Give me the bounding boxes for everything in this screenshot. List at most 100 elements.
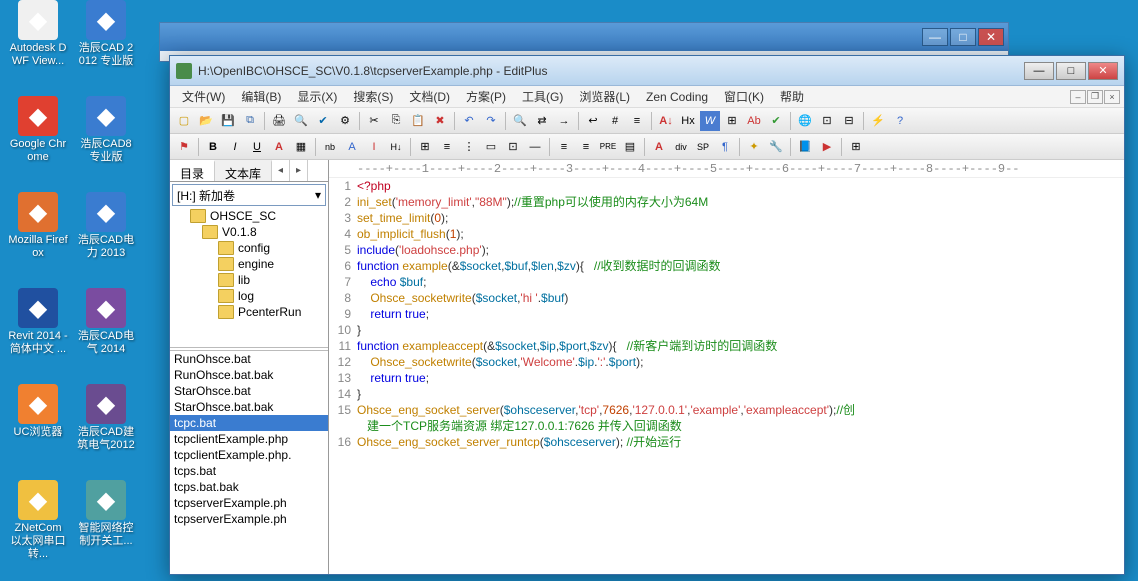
mdi-min[interactable]: –: [1070, 90, 1086, 104]
tree-item[interactable]: config: [170, 240, 328, 256]
menu-item[interactable]: 帮助: [772, 86, 812, 107]
bold-icon[interactable]: B: [203, 137, 223, 157]
titlebar[interactable]: H:\OpenIBC\OHSCE_SC\V0.1.8\tcpserverExam…: [170, 56, 1124, 86]
form-icon[interactable]: ▭: [481, 137, 501, 157]
time-icon[interactable]: ✦: [744, 137, 764, 157]
hr-icon[interactable]: —: [525, 137, 545, 157]
file-item[interactable]: RunOhsce.bat: [170, 351, 328, 367]
menu-item[interactable]: 工具(G): [514, 86, 571, 107]
font-icon[interactable]: A↓: [656, 111, 676, 131]
print-icon[interactable]: 🖨: [269, 111, 289, 131]
desktop-icon[interactable]: ◆浩辰CAD电气 2014: [76, 288, 136, 356]
ul-icon[interactable]: ≡: [437, 137, 457, 157]
hex-icon[interactable]: Hx: [678, 111, 698, 131]
menu-item[interactable]: 编辑(B): [233, 86, 289, 107]
left-icon[interactable]: ≡: [576, 137, 596, 157]
code-line[interactable]: 2ini_set('memory_limit',"88M");//重置php可以…: [329, 194, 1124, 210]
code-line[interactable]: 8 Ohsce_socketwrite($socket,'hi '.$buf): [329, 290, 1124, 306]
new-icon[interactable]: ▢: [174, 111, 194, 131]
frame-icon[interactable]: ⊞: [846, 137, 866, 157]
goto-icon[interactable]: →: [554, 111, 574, 131]
preview-icon[interactable]: 🔍: [291, 111, 311, 131]
code-line[interactable]: 12 Ohsce_socketwrite($socket,'Welcome'.$…: [329, 354, 1124, 370]
file-item[interactable]: tcps.bat.bak: [170, 479, 328, 495]
find-icon[interactable]: 🔍: [510, 111, 530, 131]
tab-directory[interactable]: 目录: [170, 160, 215, 181]
desktop-icon[interactable]: ◆Autodesk DWF View...: [8, 0, 68, 68]
file-item[interactable]: tcpclientExample.php.: [170, 447, 328, 463]
file-item[interactable]: tcpc.bat: [170, 415, 328, 431]
menu-item[interactable]: Zen Coding: [638, 88, 716, 106]
code-line[interactable]: 13 return true;: [329, 370, 1124, 386]
bg-min[interactable]: —: [922, 28, 948, 46]
save-icon[interactable]: 💾: [218, 111, 238, 131]
menu-item[interactable]: 方案(P): [458, 86, 514, 107]
redo-icon[interactable]: ↷: [481, 111, 501, 131]
color-icon[interactable]: A: [269, 137, 289, 157]
cut-icon[interactable]: ✂: [364, 111, 384, 131]
help-icon[interactable]: ?: [890, 111, 910, 131]
italic-icon[interactable]: I: [225, 137, 245, 157]
tree-item[interactable]: OHSCE_SC: [170, 208, 328, 224]
ol-icon[interactable]: ⋮: [459, 137, 479, 157]
code-line[interactable]: 4ob_implicit_flush(1);: [329, 226, 1124, 242]
mdi-close[interactable]: ×: [1104, 90, 1120, 104]
file-item[interactable]: StarOhsce.bat.bak: [170, 399, 328, 415]
side-next[interactable]: ▸: [290, 160, 308, 181]
word-icon[interactable]: W: [700, 111, 720, 131]
file-item[interactable]: tcpclientExample.php: [170, 431, 328, 447]
code-line[interactable]: 3set_time_limit(0);: [329, 210, 1124, 226]
file-item[interactable]: StarOhsce.bat: [170, 383, 328, 399]
desktop-icon[interactable]: ◆浩辰CAD 2012 专业版: [76, 0, 136, 68]
code-line[interactable]: 7 echo $buf;: [329, 274, 1124, 290]
desktop-icon[interactable]: ◆浩辰CAD电力 2013: [76, 192, 136, 260]
side-prev[interactable]: ◂: [272, 160, 290, 181]
para-icon[interactable]: ¶: [715, 137, 735, 157]
tool-icon[interactable]: ⚙: [335, 111, 355, 131]
input-icon[interactable]: ⊡: [503, 137, 523, 157]
saveall-icon[interactable]: ⧉: [240, 111, 260, 131]
pref-icon[interactable]: ⚡: [868, 111, 888, 131]
ab-icon[interactable]: Ab: [744, 111, 764, 131]
underline-icon[interactable]: U: [247, 137, 267, 157]
file-list[interactable]: RunOhsce.batRunOhsce.bat.bakStarOhsce.ba…: [170, 350, 328, 574]
code-line[interactable]: 15Ohsce_eng_socket_server($ohsceserver,'…: [329, 402, 1124, 418]
replace-icon[interactable]: ⇄: [532, 111, 552, 131]
span-icon[interactable]: SP: [693, 137, 713, 157]
desktop-icon[interactable]: ◆Revit 2014 - 简体中文 ...: [8, 288, 68, 356]
maximize-button[interactable]: □: [1056, 62, 1086, 80]
pre-icon[interactable]: PRE: [598, 137, 618, 157]
code-line[interactable]: 16Ohsce_eng_socket_server_runtcp($ohsces…: [329, 434, 1124, 450]
palette-icon[interactable]: ▦: [291, 137, 311, 157]
menu-item[interactable]: 窗口(K): [716, 86, 772, 107]
desktop-icon[interactable]: ◆浩辰CAD建筑电气2012: [76, 384, 136, 452]
desktop-icon[interactable]: ◆智能网络控制开关工...: [76, 480, 136, 548]
tree-item[interactable]: engine: [170, 256, 328, 272]
book-icon[interactable]: 📘: [795, 137, 815, 157]
menu-item[interactable]: 浏览器(L): [571, 86, 638, 107]
tool2-icon[interactable]: 🔧: [766, 137, 786, 157]
table-icon[interactable]: ⊞: [415, 137, 435, 157]
code-line[interactable]: 10}: [329, 322, 1124, 338]
tab-cliptext[interactable]: 文本库: [215, 160, 272, 181]
run-icon[interactable]: ▶: [817, 137, 837, 157]
paste-icon[interactable]: 📋: [408, 111, 428, 131]
nbsp-icon[interactable]: nb: [320, 137, 340, 157]
wrap-icon[interactable]: ↩: [583, 111, 603, 131]
desktop-icon[interactable]: ◆ZNetCom 以太网串口转...: [8, 480, 68, 561]
menu-item[interactable]: 显示(X): [289, 86, 345, 107]
tree-item[interactable]: lib: [170, 272, 328, 288]
col-icon[interactable]: ⊞: [722, 111, 742, 131]
bg-max[interactable]: □: [950, 28, 976, 46]
spell-icon[interactable]: ✔: [313, 111, 333, 131]
heading-icon[interactable]: H↓: [386, 137, 406, 157]
tree-item[interactable]: V0.1.8: [170, 224, 328, 240]
tree-item[interactable]: log: [170, 288, 328, 304]
open-icon[interactable]: 📂: [196, 111, 216, 131]
check-icon[interactable]: ✔: [766, 111, 786, 131]
code-line[interactable]: 1<?php: [329, 178, 1124, 194]
ruler-icon[interactable]: ≡: [627, 111, 647, 131]
desktop-icon[interactable]: ◆Google Chrome: [8, 96, 68, 164]
flag-icon[interactable]: ⚑: [174, 137, 194, 157]
close-button[interactable]: ✕: [1088, 62, 1118, 80]
